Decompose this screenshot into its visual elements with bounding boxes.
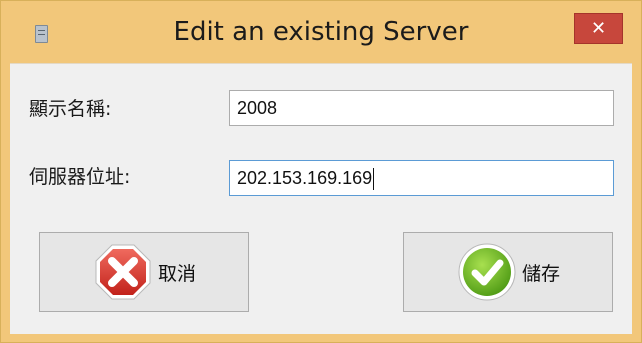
- display-name-label: 顯示名稱:: [29, 98, 112, 120]
- save-button[interactable]: 儲存: [403, 232, 613, 312]
- cancel-icon: [95, 244, 151, 300]
- cancel-label: 取消: [157, 262, 196, 285]
- close-icon: ✕: [590, 18, 607, 39]
- title-bar[interactable]: Edit an existing Server ✕: [1, 1, 641, 63]
- server-address-field[interactable]: 202.153.169.169: [229, 160, 614, 196]
- display-name-field[interactable]: 2008: [229, 90, 614, 126]
- dialog-body: 顯示名稱: 2008 伺服器位址: 202.153.169.169 取消 儲存: [10, 63, 632, 334]
- text-caret: [373, 168, 375, 191]
- server-address-value: 202.153.169.169: [237, 168, 373, 188]
- dialog-window: Edit an existing Server ✕ 顯示名稱: 2008 伺服器…: [0, 0, 642, 343]
- checkmark-icon: [458, 243, 516, 301]
- close-button[interactable]: ✕: [574, 13, 623, 44]
- window-title: Edit an existing Server: [173, 17, 469, 47]
- save-label: 儲存: [521, 262, 560, 285]
- display-name-value: 2008: [237, 98, 278, 118]
- server-address-label: 伺服器位址:: [29, 166, 131, 188]
- cancel-button[interactable]: 取消: [39, 232, 249, 312]
